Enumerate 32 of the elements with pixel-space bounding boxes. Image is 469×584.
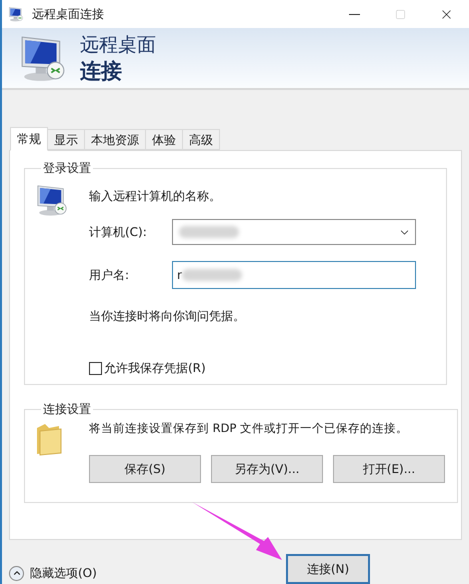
credentials-note: 当你连接时将向你询问凭据。 [89, 308, 246, 325]
connection-description: 将当前连接设置保存到 RDP 文件或打开一个已保存的连接。 [89, 420, 410, 437]
computer-label: 计算机(C): [89, 224, 148, 241]
tab[interactable]: 常规 [10, 127, 48, 151]
maximize-icon [394, 8, 406, 20]
connect-button[interactable]: 连接(N) [286, 554, 370, 584]
header-title: 远程桌面 [80, 33, 156, 58]
chevron-up-icon [9, 566, 24, 580]
computer-icon [35, 183, 69, 217]
hide-options-button[interactable]: 隐藏选项(O) [9, 564, 97, 582]
group-title: 连接设置 [42, 401, 92, 418]
tab[interactable]: 显示 [47, 129, 85, 150]
header-subtitle: 连接 [80, 58, 123, 84]
tab[interactable]: 高级 [182, 129, 220, 150]
app-icon [8, 6, 24, 22]
blurred-text [182, 269, 242, 281]
tab[interactable]: 本地资源 [84, 129, 146, 150]
window-title: 远程桌面连接 [32, 6, 104, 23]
file-button[interactable]: 另存为(V)... [211, 455, 323, 484]
username-value: r [177, 267, 182, 284]
computer-dropdown[interactable] [172, 219, 416, 245]
checkbox[interactable] [89, 362, 102, 374]
file-button[interactable]: 保存(S) [89, 455, 201, 484]
file-button[interactable]: 打开(E)... [333, 455, 445, 484]
blurred-text [179, 226, 239, 238]
username-field[interactable]: r [172, 261, 416, 289]
group-title: 登录设置 [42, 160, 92, 177]
prompt-text: 输入远程计算机的名称。 [89, 188, 222, 205]
tab[interactable]: 体验 [145, 129, 183, 150]
checkbox-label: 允许我保存凭据(R) [104, 360, 206, 377]
folder-icon [35, 422, 63, 456]
username-label: 用户名: [89, 267, 130, 284]
